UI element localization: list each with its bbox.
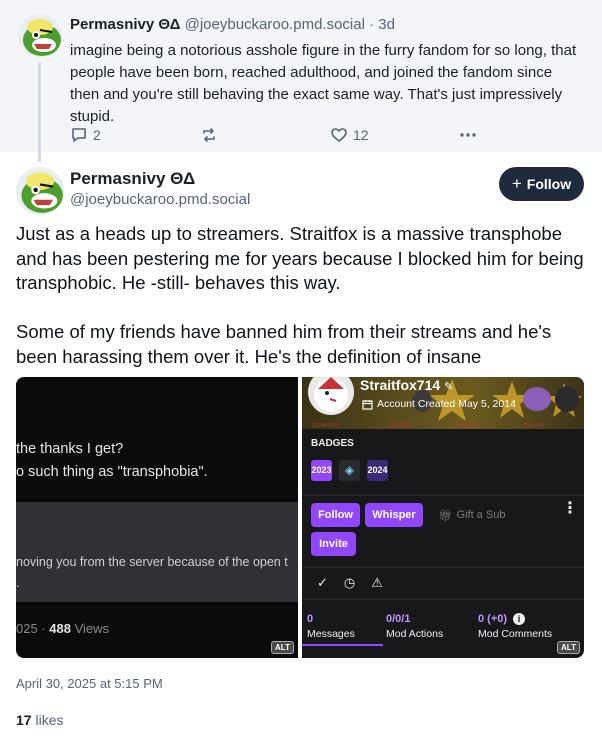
mod-actions-count: 0/0/1 (386, 613, 411, 625)
badge-2024[interactable]: 20 24 (367, 460, 388, 481)
follow-button[interactable]: + Follow (499, 167, 584, 201)
like-button[interactable]: 12 (330, 126, 369, 144)
author-name[interactable]: Permasnivy ΘΔ (70, 169, 195, 189)
like-count: 12 (353, 127, 369, 143)
gift-icon: 🎁︎ (438, 509, 453, 522)
messages-tab[interactable]: Messages (307, 628, 355, 640)
parent-post-text: imagine being a notorious asshole figure… (70, 42, 577, 125)
post-paragraph: Some of my friends have banned him from … (16, 321, 552, 367)
image-text-line: the thanks I get? (16, 441, 124, 457)
edit-pencil-icon: ✎ (444, 381, 454, 393)
username-text: Straitfox714 (360, 377, 441, 393)
parent-post-header: Permasnivy ΘΔ @joeybuckaroo.pmd.social ·… (70, 16, 395, 33)
image-views-label: Views (74, 621, 110, 636)
post-timestamp[interactable]: April 30, 2025 at 5:15 PM (16, 676, 163, 691)
info-icon[interactable]: i (513, 613, 526, 625)
account-created: Account Created May 5, 2014 (362, 398, 516, 410)
heart-icon (331, 128, 347, 143)
thread-line (38, 62, 41, 162)
more-options-button[interactable] (458, 126, 478, 144)
divider (302, 599, 584, 600)
messages-count: 0 (307, 613, 314, 625)
badges-heading: BADGES (311, 438, 354, 449)
author-avatar[interactable] (18, 14, 62, 58)
repost-icon (203, 128, 215, 142)
alt-badge[interactable]: ALT (271, 641, 294, 654)
post-text: Just as a heads up to streamers. Straitf… (16, 222, 591, 394)
image-views-count: 488 (49, 621, 71, 636)
banner-label: STRAITFOX (312, 423, 341, 429)
likes-count: 17 (16, 712, 32, 728)
gift-sub-label: Gift a Sub (456, 509, 506, 521)
image-text-line: noving you from the server because of th… (16, 555, 288, 569)
gift-sub-button[interactable]: 🎁︎ Gift a Sub (432, 503, 512, 527)
banner-label: SNICKERS (454, 423, 480, 429)
warning-icon[interactable]: ⚠ (371, 575, 383, 591)
parent-post[interactable]: Permasnivy ΘΔ @joeybuckaroo.pmd.social ·… (0, 0, 602, 162)
mod-comments-tab[interactable]: Mod Comments (478, 628, 552, 640)
badge-2023[interactable]: 20 23 (311, 460, 332, 481)
more-dots-icon (460, 133, 476, 137)
twitch-follow-button[interactable]: Follow (311, 503, 360, 527)
invite-button[interactable]: Invite (311, 532, 356, 556)
image-date-fragment: 025 · (16, 621, 46, 636)
post-paragraph: Just as a heads up to streamers. Straitf… (16, 223, 584, 293)
author-handle[interactable]: @joeybuckaroo.pmd.social (70, 191, 250, 208)
repost-button[interactable] (200, 126, 218, 144)
image-text-line: o such thing as "transphobia". (16, 464, 208, 480)
author-avatar[interactable] (16, 167, 64, 215)
likes-label: likes (35, 712, 64, 728)
divider (302, 495, 584, 496)
banner-label: TEE-JAY (524, 423, 545, 429)
plus-icon: + (511, 174, 522, 193)
author-name[interactable]: Permasnivy ΘΔ (70, 16, 180, 33)
mod-comments-count: 0 (+0) i (478, 613, 526, 625)
more-menu-icon[interactable]: ⋮ (562, 501, 578, 525)
check-icon[interactable]: ✓ (317, 575, 328, 591)
alt-badge[interactable]: ALT (557, 641, 580, 654)
account-created-text: Account Created May 5, 2014 (377, 398, 516, 410)
banner-label: DEXTER (390, 423, 411, 429)
profile-username[interactable]: Straitfox714 ✎ (360, 377, 453, 393)
clock-icon[interactable]: ◷ (344, 575, 355, 591)
whisper-button[interactable]: Whisper (365, 503, 423, 527)
mod-actions-tab[interactable]: Mod Actions (386, 628, 443, 640)
reply-button[interactable]: 2 (70, 126, 101, 144)
author-handle[interactable]: @joeybuckaroo.pmd.social (185, 16, 365, 33)
attached-image-discord-screenshot[interactable]: the thanks I get? o such thing as "trans… (16, 377, 298, 658)
follow-label: Follow (526, 176, 572, 192)
reply-count: 2 (93, 127, 101, 143)
attached-image-twitch-card[interactable]: STRAITFOX DEXTER SNICKERS TEE-JAY Strait… (302, 377, 584, 658)
divider (302, 567, 584, 568)
mod-tools-row: ✓ ◷ ⚠ (317, 575, 383, 591)
likes-summary[interactable]: 17 likes (16, 712, 63, 728)
image-views-line: 025 · 488 Views (16, 621, 109, 636)
parent-post-actions: 2 12 (70, 126, 490, 146)
image-text-line: . (16, 576, 20, 590)
badge-gem-icon[interactable]: ◈ (339, 460, 360, 481)
active-tab-underline (302, 644, 383, 646)
post-time[interactable]: · 3d (369, 16, 395, 33)
image-message-band (16, 502, 298, 602)
mod-comments-value: 0 (+0) (478, 613, 508, 625)
calendar-icon (362, 399, 373, 410)
reply-icon (72, 128, 86, 142)
